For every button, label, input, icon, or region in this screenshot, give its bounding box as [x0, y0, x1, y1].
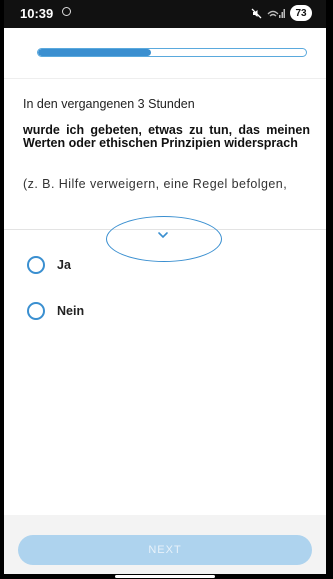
question-intro: In den vergangenen 3 Stunden — [23, 97, 195, 111]
progress-bar-fill — [38, 49, 151, 56]
option-nein[interactable]: Nein — [27, 300, 84, 322]
question-card: In den vergangenen 3 Stunden wurde ich g… — [4, 78, 326, 262]
expand-question-button[interactable] — [106, 216, 222, 262]
status-time: 10:39 — [20, 6, 54, 21]
option-label: Ja — [57, 258, 71, 272]
battery-icon: 73 — [290, 5, 312, 21]
footer: NEXT — [4, 515, 326, 579]
radio-button[interactable] — [27, 256, 45, 274]
chevron-down-icon — [158, 232, 168, 239]
question-text: wurde ich gebeten, etwas zu tun, das mei… — [23, 123, 310, 150]
progress-bar — [37, 48, 307, 57]
mute-icon — [251, 8, 262, 18]
camera-icon — [62, 7, 71, 16]
next-button[interactable]: NEXT — [18, 535, 312, 565]
option-label: Nein — [57, 304, 85, 318]
home-indicator[interactable] — [115, 575, 215, 578]
navigation-bar — [4, 574, 326, 579]
signal-icon — [267, 8, 285, 18]
question-hint: (z. B. Hilfe verweigern, eine Regel befo… — [23, 177, 288, 191]
status-icons: 73 — [251, 5, 312, 21]
option-ja[interactable]: Ja — [27, 254, 71, 276]
phone-screen: 10:39 73 In den vergangenen 3 Stunden wu… — [4, 0, 326, 579]
status-bar: 10:39 73 — [4, 0, 326, 28]
radio-button[interactable] — [27, 302, 45, 320]
